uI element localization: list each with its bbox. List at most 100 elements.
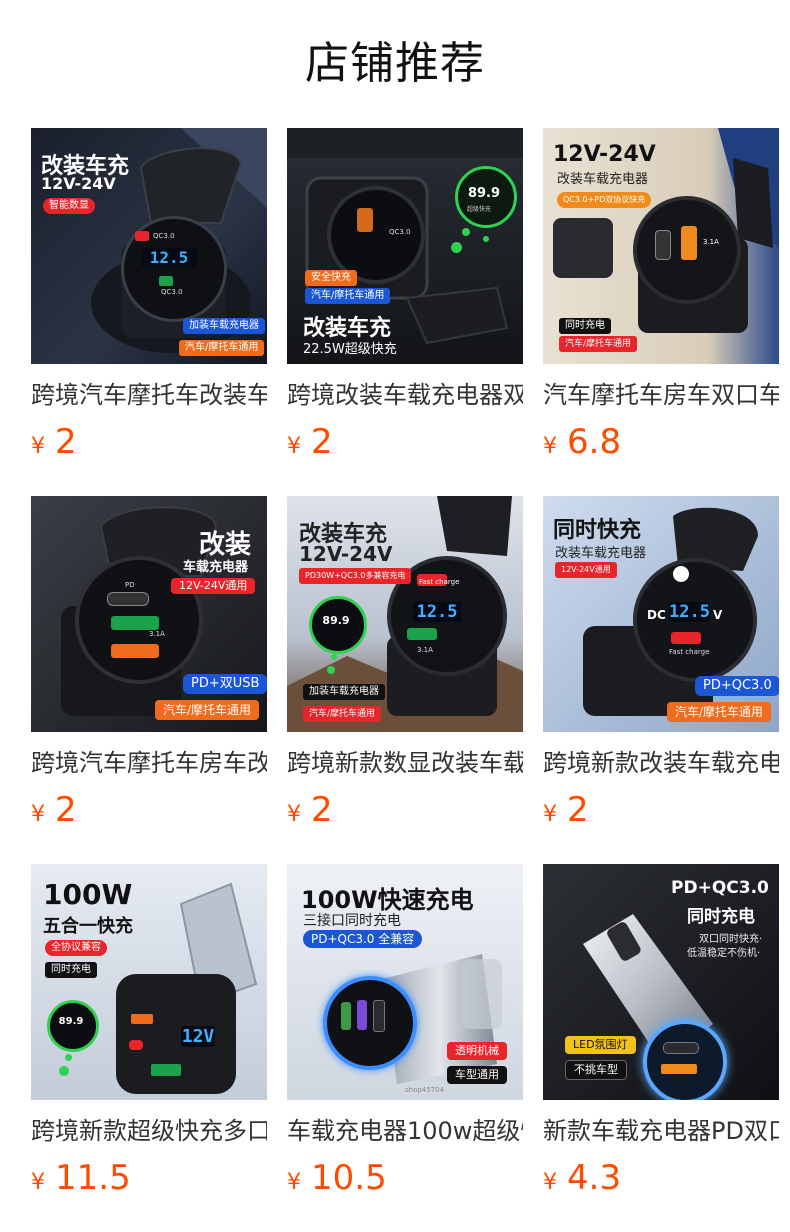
port-label: PD	[125, 581, 135, 589]
image-subtitle: 同时充电	[687, 907, 755, 927]
product-image[interactable]: PD 3.1A 改装 车载充电器 12V-24V通用 PD+双USB 汽车/摩托…	[31, 496, 267, 732]
product-name[interactable]: 汽车摩托车房车双口车充	[543, 378, 779, 412]
usb-port-icon	[341, 1002, 351, 1030]
feature-tag: 汽车/摩托车通用	[155, 700, 260, 720]
price-value: 6.8	[567, 422, 622, 462]
product-name[interactable]: 跨境改装车载充电器双口	[287, 378, 523, 412]
product-image[interactable]: 12V 89.9 100W 五合一快充 全协议兼容 同时充电	[31, 864, 267, 1100]
voltage-unit: V	[713, 608, 723, 622]
product-price: ¥10.5	[287, 1158, 523, 1198]
feature-tag: LED氛围灯	[565, 1036, 636, 1054]
charge-dot	[462, 228, 470, 236]
product-card[interactable]: Fast charge 12.5 3.1A 89.9 改装车充 12V-24V …	[287, 496, 523, 864]
product-price: ¥11.5	[31, 1158, 267, 1198]
product-image[interactable]: QC3.0 89.9 超级快充 安全快充 汽车/摩托车通用 改装车充 22.5W…	[287, 128, 523, 364]
feature-tag: 加装车载充电器	[303, 684, 385, 700]
image-subtitle: 车载充电器	[183, 560, 249, 575]
price-value: 2	[311, 790, 333, 830]
feature-tag: 加装车载充电器	[183, 318, 265, 334]
product-name[interactable]: 车载充电器100w超级快充	[287, 1114, 523, 1148]
product-image[interactable]: 3.1A 12V-24V 改装车载充电器 QC3.0+PD双协议快充 同时充电 …	[543, 128, 779, 364]
price-value: 10.5	[311, 1158, 387, 1198]
charger-face	[323, 976, 417, 1070]
usb-port-icon	[111, 644, 159, 658]
voltage-display: 12.5	[413, 602, 461, 622]
product-name[interactable]: 跨境新款超级快充多口车充	[31, 1114, 267, 1148]
product-card[interactable]: QC3.0 12.5 QC3.0 改装车充 12V-24V 智能数显 加装车载充…	[31, 128, 267, 496]
image-subtitle: 改装车载充电器	[557, 172, 649, 187]
currency-symbol: ¥	[31, 434, 45, 459]
feature-tag: 汽车/摩托车通用	[179, 340, 265, 356]
feature-tag: PD+QC3.0 全兼容	[303, 930, 423, 948]
product-card[interactable]: PD 3.1A 改装 车载充电器 12V-24V通用 PD+双USB 汽车/摩托…	[31, 496, 267, 864]
page-title: 店铺推荐	[305, 38, 485, 89]
product-price: ¥2	[287, 790, 523, 830]
type-c-port-icon	[655, 230, 671, 260]
feature-tag: 汽车/摩托车通用	[559, 336, 638, 352]
usb-port-icon	[111, 616, 159, 630]
port-label: Fast charge	[419, 578, 460, 586]
product-image[interactable]: PD+QC3.0 同时充电 双口同时快充· 低温稳定不伤机· LED氛围灯 不挑…	[543, 864, 779, 1100]
feature-tag: 汽车/摩托车通用	[667, 702, 772, 722]
feature-tag: 汽车/摩托车通用	[305, 288, 391, 304]
feature-tag: 智能数显	[43, 198, 95, 214]
type-c-port-icon	[373, 1000, 385, 1032]
product-image[interactable]: QC3.0 12.5 QC3.0 改装车充 12V-24V 智能数显 加装车载充…	[31, 128, 267, 364]
charge-dot	[65, 1054, 72, 1061]
usb-port-icon	[681, 226, 697, 260]
product-image[interactable]: Fast charge 12.5 3.1A 89.9 改装车充 12V-24V …	[287, 496, 523, 732]
charge-dot	[483, 236, 489, 242]
feature-line: 低温稳定不伤机·	[687, 948, 761, 959]
port-label: Fast charge	[669, 648, 710, 656]
feature-tag: PD30W+QC3.0多兼容充电	[299, 568, 412, 584]
product-name[interactable]: 跨境汽车摩托车改装车充	[31, 378, 267, 412]
image-subtitle: 12V-24V	[299, 542, 393, 566]
feature-tag: PD+QC3.0	[695, 676, 779, 696]
voltage-display: 12V	[181, 1026, 215, 1047]
pd-port-icon	[673, 566, 689, 582]
image-subtitle: 12V-24V	[41, 174, 116, 193]
port-label: QC3.0	[153, 232, 175, 240]
product-name[interactable]: 新款车载充电器PD双口快充	[543, 1114, 779, 1148]
feature-tag: 同时充电	[559, 318, 611, 334]
feature-tag: 同时充电	[45, 962, 97, 978]
type-c-port-icon	[663, 1042, 699, 1054]
watermark: shop45704	[405, 1086, 445, 1094]
product-card[interactable]: 3.1A 12V-24V 改装车载充电器 QC3.0+PD双协议快充 同时充电 …	[543, 128, 779, 496]
product-price: ¥2	[287, 422, 523, 462]
image-title: 100W	[43, 878, 133, 911]
image-subtitle: 三接口同时充电	[303, 913, 401, 929]
product-card[interactable]: PD+QC3.0 同时充电 双口同时快充· 低温稳定不伤机· LED氛围灯 不挑…	[543, 864, 779, 1232]
product-price: ¥2	[31, 422, 267, 462]
usb-port-icon	[407, 628, 437, 640]
product-grid: QC3.0 12.5 QC3.0 改装车充 12V-24V 智能数显 加装车载充…	[31, 128, 779, 1232]
currency-symbol: ¥	[543, 434, 557, 459]
feature-tag: 不挑车型	[565, 1060, 627, 1080]
image-title: PD+QC3.0	[671, 878, 769, 898]
currency-symbol: ¥	[31, 1170, 45, 1195]
product-card[interactable]: 12V 89.9 100W 五合一快充 全协议兼容 同时充电 跨境新款超级快充多…	[31, 864, 267, 1232]
port-label: 3.1A	[703, 238, 719, 246]
product-name[interactable]: 跨境汽车摩托车房车改装	[31, 746, 267, 780]
feature-tag: 安全快充	[305, 270, 357, 286]
charge-percent: 89.9	[58, 1016, 84, 1027]
product-name[interactable]: 跨境新款改装车载充电器	[543, 746, 779, 780]
currency-symbol: ¥	[543, 1170, 557, 1195]
feature-tag: QC3.0+PD双协议快充	[557, 192, 652, 208]
product-card[interactable]: QC3.0 89.9 超级快充 安全快充 汽车/摩托车通用 改装车充 22.5W…	[287, 128, 523, 496]
currency-symbol: ¥	[31, 802, 45, 827]
product-image[interactable]: 100W快速充电 三接口同时充电 PD+QC3.0 全兼容 透明机械 车型通用 …	[287, 864, 523, 1100]
price-value: 2	[567, 790, 589, 830]
product-name[interactable]: 跨境新款数显改装车载充	[287, 746, 523, 780]
image-subtitle: 22.5W超级快充	[303, 342, 397, 357]
product-price: ¥2	[31, 790, 267, 830]
usb-port-icon	[661, 1064, 697, 1074]
voltage-display: 12.5	[669, 602, 710, 622]
product-card[interactable]: DC 12.5 V Fast charge 同时快充 改装车载充电器 12V-2…	[543, 496, 779, 864]
charge-dot	[59, 1066, 69, 1076]
currency-symbol: ¥	[543, 802, 557, 827]
product-image[interactable]: DC 12.5 V Fast charge 同时快充 改装车载充电器 12V-2…	[543, 496, 779, 732]
feature-tag: 汽车/摩托车通用	[303, 706, 382, 722]
product-card[interactable]: 100W快速充电 三接口同时充电 PD+QC3.0 全兼容 透明机械 车型通用 …	[287, 864, 523, 1232]
feature-tag: 车型通用	[447, 1066, 507, 1084]
